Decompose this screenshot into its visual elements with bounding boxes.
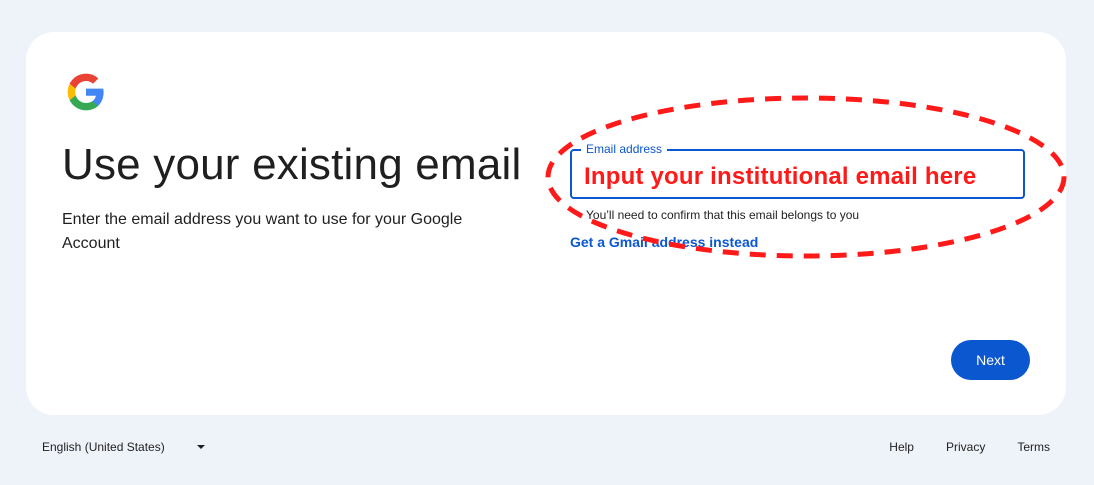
signin-card: Use your existing email Enter the email … [26,32,1067,415]
chevron-down-icon [196,445,205,449]
footer-links: Help Privacy Terms [889,440,1050,454]
terms-link[interactable]: Terms [1017,440,1050,454]
language-select[interactable]: English (United States) [42,440,205,454]
email-field-label: Email address [581,142,668,156]
language-select-value: English (United States) [42,440,165,454]
next-button[interactable]: Next [951,340,1030,380]
get-gmail-link[interactable]: Get a Gmail address instead [570,234,758,250]
google-logo-icon [67,73,104,111]
page-subtitle: Enter the email address you want to use … [62,211,463,252]
footer: English (United States) Help Privacy Ter… [0,436,1094,460]
email-helper-text: You’ll need to confirm that this email b… [586,208,860,222]
email-field[interactable]: Email address Input your institutional e… [570,142,1025,199]
page-title: Use your existing email [62,140,522,189]
help-link[interactable]: Help [889,440,914,454]
email-field-value[interactable]: Input your institutional email here [584,163,976,191]
privacy-link[interactable]: Privacy [946,440,985,454]
